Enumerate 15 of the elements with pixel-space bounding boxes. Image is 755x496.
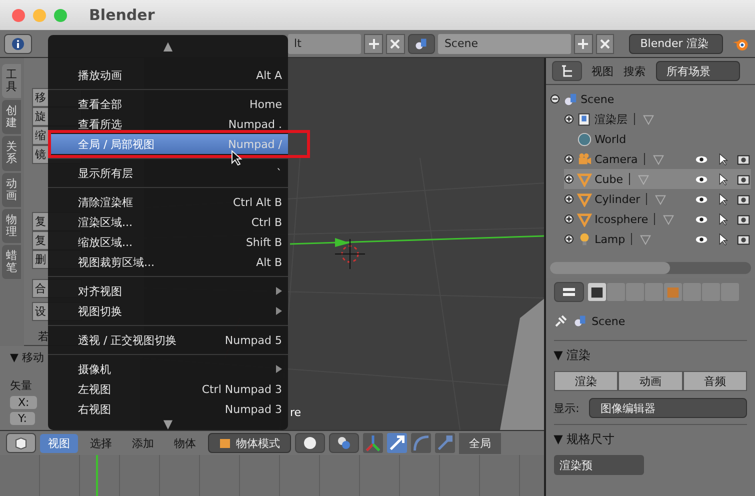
outliner-item-label: Lamp [594, 232, 626, 246]
outliner-item-label: World [594, 132, 626, 146]
vector-label: 矢量 [10, 378, 32, 393]
outliner-item-label: Camera [594, 152, 638, 166]
option-label: 若 [37, 329, 49, 344]
operator-panel-title: ▼ 移动 [10, 350, 44, 365]
outliner-item-label: Icosphere [594, 212, 648, 226]
object-name-label: re [290, 406, 302, 419]
display-label: 显示: [554, 400, 580, 416]
outliner-item-label: 渲染层 [594, 112, 628, 126]
outliner-item-label: Cylinder [594, 192, 640, 206]
window-title: Blender [89, 6, 155, 24]
context-label: Scene [592, 314, 626, 328]
outliner-item-label: Cube [594, 172, 623, 186]
outliner-item-label: Scene [580, 92, 614, 106]
